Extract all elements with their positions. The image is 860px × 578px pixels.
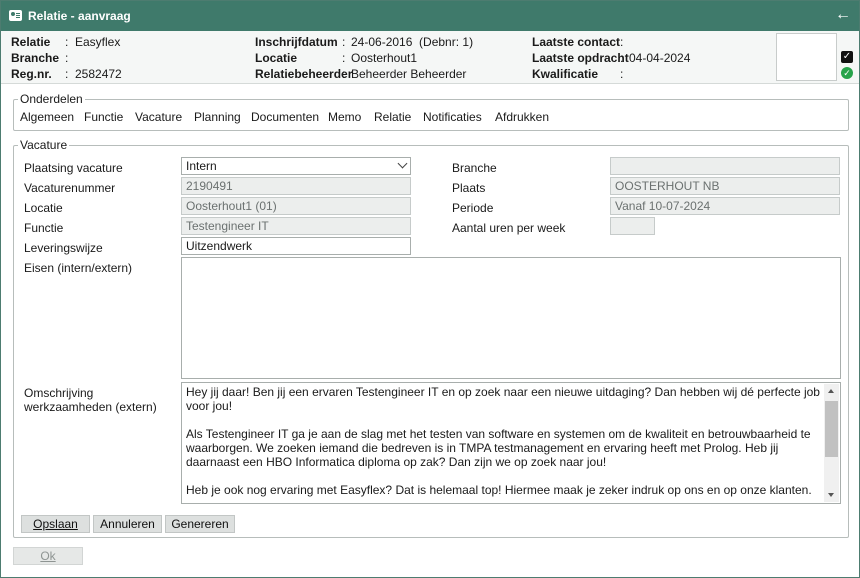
- annuleren-button[interactable]: Annuleren: [93, 515, 162, 533]
- scroll-down-icon[interactable]: [828, 493, 834, 497]
- omschrijving-textarea[interactable]: Hey jij daar! Ben jij een ervaren Testen…: [181, 382, 841, 504]
- relatie-aanvraag-window: Relatie - aanvraag ← Relatie : Easyflex …: [0, 0, 860, 578]
- functie-field: Testengineer IT: [181, 217, 411, 235]
- plaatsing-vacature-label: Plaatsing vacature: [24, 161, 123, 175]
- checkbox-checked-icon[interactable]: ✓: [841, 51, 853, 63]
- tab-notificaties[interactable]: Notificaties: [423, 110, 482, 124]
- periode-field: Vanaf 10-07-2024: [610, 197, 840, 215]
- aantal-uren-field[interactable]: [610, 217, 655, 235]
- inschrijfdatum-label: Inschrijfdatum: [255, 35, 338, 49]
- branche-field-label: Branche: [452, 161, 497, 175]
- laatste-contact-label: Laatste contact: [532, 35, 621, 49]
- vacaturenummer-label: Vacaturenummer: [24, 181, 116, 195]
- locatie-header-label: Locatie: [255, 51, 298, 65]
- relatiebeheerder-value: Beheerder Beheerder: [351, 67, 467, 81]
- functie-label: Functie: [24, 221, 64, 235]
- laatste-opdracht-value: 04-04-2024: [629, 51, 691, 65]
- branche-colon: :: [65, 51, 69, 65]
- scroll-up-icon[interactable]: [828, 389, 834, 393]
- genereren-button[interactable]: Genereren: [165, 515, 235, 533]
- laatste-opdracht-label: Laatste opdracht: [532, 51, 629, 65]
- leveringswijze-field[interactable]: Uitzendwerk: [181, 237, 411, 255]
- regnr-colon: :: [65, 67, 69, 81]
- ok-label: Ok: [40, 549, 56, 563]
- tab-memo[interactable]: Memo: [328, 110, 361, 124]
- plaats-label: Plaats: [452, 181, 486, 195]
- tab-algemeen[interactable]: Algemeen: [20, 110, 74, 124]
- locatie-header-value: Oosterhout1: [351, 51, 418, 65]
- branche-field: [610, 157, 840, 175]
- opslaan-button[interactable]: Opslaan: [21, 515, 90, 533]
- regnr-value: 2582472: [75, 67, 122, 81]
- laatste-opdracht-colon: :: [620, 51, 624, 65]
- relatiebeheerder-label: Relatiebeheerder: [255, 67, 353, 81]
- kwalificatie-colon: :: [620, 67, 624, 81]
- locatie-label: Locatie: [24, 201, 63, 215]
- locatie-field: Oosterhout1 (01): [181, 197, 411, 215]
- omschrijving-label: Omschrijving werkzaamheden (extern): [24, 386, 157, 414]
- omschrijving-text: Hey jij daar! Ben jij een ervaren Testen…: [186, 385, 820, 497]
- relatie-label: Relatie: [11, 35, 51, 49]
- relatiebeheerder-colon: :: [342, 67, 346, 81]
- eisen-textarea[interactable]: [181, 257, 841, 379]
- leveringswijze-label: Leveringswijze: [24, 241, 103, 255]
- genereren-label: Genereren: [171, 517, 229, 531]
- tab-vacature[interactable]: Vacature: [135, 110, 182, 124]
- periode-label: Periode: [452, 201, 494, 215]
- tab-documenten[interactable]: Documenten: [251, 110, 319, 124]
- status-ok-icon: ✓: [841, 67, 853, 79]
- branche-label: Branche: [11, 51, 60, 65]
- plaats-field: OOSTERHOUT NB: [610, 177, 840, 195]
- aantal-uren-label: Aantal uren per week: [452, 221, 566, 235]
- relatie-value: Easyflex: [75, 35, 121, 49]
- relation-summary-header: Relatie : Easyflex Branche : Reg.nr. : 2…: [1, 31, 859, 84]
- ok-button[interactable]: Ok: [13, 547, 83, 565]
- eisen-label: Eisen (intern/extern): [24, 261, 133, 275]
- inschrijfdatum-colon: :: [342, 35, 346, 49]
- window-title: Relatie - aanvraag: [28, 9, 131, 23]
- regnr-label: Reg.nr.: [11, 67, 52, 81]
- laatste-contact-colon: :: [620, 35, 624, 49]
- contact-card-icon: [9, 10, 22, 21]
- tab-afdrukken[interactable]: Afdrukken: [495, 110, 549, 124]
- plaatsing-vacature-value: Intern: [186, 159, 217, 173]
- tab-planning[interactable]: Planning: [194, 110, 241, 124]
- scrollbar-thumb[interactable]: [825, 401, 838, 457]
- arrow-left-icon[interactable]: ←: [835, 6, 851, 24]
- onderdelen-legend: Onderdelen: [18, 92, 85, 106]
- kwalificatie-label: Kwalificatie: [532, 67, 599, 81]
- opslaan-label: Opslaan: [33, 517, 78, 531]
- tab-relatie[interactable]: Relatie: [374, 110, 411, 124]
- chevron-down-icon: [397, 158, 408, 169]
- tab-functie[interactable]: Functie: [84, 110, 123, 124]
- vacaturenummer-field: 2190491: [181, 177, 411, 195]
- annuleren-label: Annuleren: [100, 517, 155, 531]
- relation-photo[interactable]: [776, 33, 837, 81]
- relatie-colon: :: [65, 35, 69, 49]
- title-bar: Relatie - aanvraag ←: [1, 1, 859, 31]
- vertical-scrollbar[interactable]: [824, 384, 839, 502]
- plaatsing-vacature-select[interactable]: Intern: [181, 157, 411, 175]
- vacature-legend: Vacature: [18, 138, 70, 152]
- locatie-header-colon: :: [342, 51, 346, 65]
- inschrijfdatum-value: 24-06-2016 (Debnr: 1): [351, 35, 474, 49]
